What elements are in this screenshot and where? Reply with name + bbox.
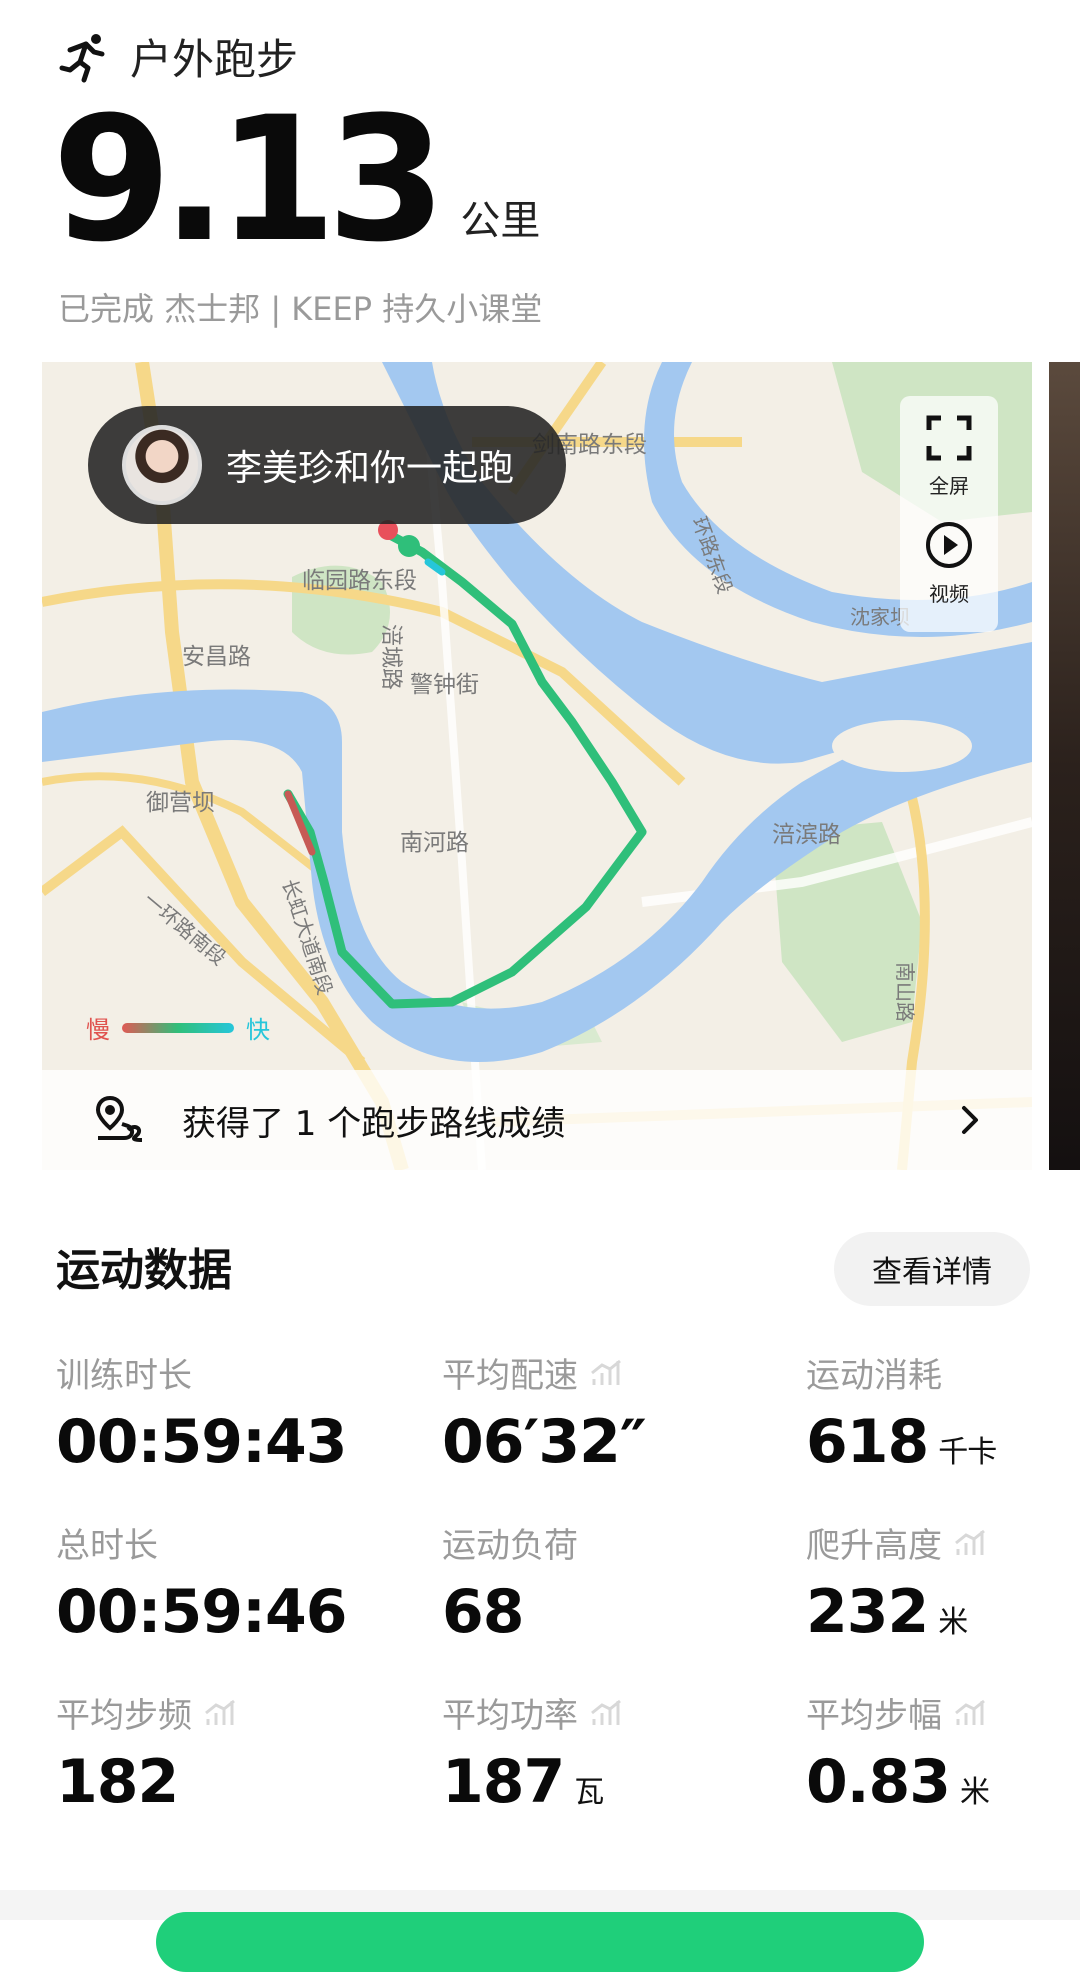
chevron-right-icon: [962, 1106, 978, 1134]
street-label: 涪城路: [379, 624, 404, 690]
stat-label: 平均功率: [442, 1688, 622, 1737]
street-label: 南山路: [893, 962, 916, 1022]
stat-label: 运动消耗: [806, 1356, 942, 1396]
stats-title: 运动数据: [56, 1245, 232, 1296]
companion-run-pill[interactable]: 李美珍和你一起跑: [88, 406, 566, 524]
next-card-peek[interactable]: [1049, 362, 1080, 1170]
distance-unit: 公里: [460, 198, 541, 244]
completed-course-text[interactable]: 已完成 杰士邦 | KEEP 持久小课堂: [58, 284, 542, 330]
pace-legend: 慢 快: [86, 1010, 270, 1045]
avatar: [122, 425, 202, 505]
stat-avg-stride[interactable]: 平均步幅 0.83 米: [806, 1688, 990, 1817]
view-details-button[interactable]: 查看详情: [834, 1232, 1030, 1306]
distance-row: 9.13 公里: [52, 79, 541, 280]
running-icon: [59, 33, 105, 82]
stat-unit: 瓦: [574, 1775, 604, 1810]
street-label: 南河路: [400, 829, 469, 855]
signal-chart-icon: [955, 1529, 985, 1555]
activity-type: 户外跑步: [130, 35, 299, 84]
street-label: 御营坝: [146, 789, 215, 815]
bottom-action-button[interactable]: [156, 1912, 924, 1972]
stat-label: 训练时长: [56, 1356, 192, 1396]
signal-chart-icon: [591, 1699, 621, 1725]
route-map[interactable]: 剑南路东段 临园路东段 安昌路 警钟街 御营坝 南河路 涪滨路 沈家坝 涪城路 …: [42, 362, 1032, 1170]
route-achievement-banner[interactable]: 获得了 1 个跑步路线成绩: [42, 1070, 1032, 1170]
signal-chart-icon: [955, 1699, 985, 1725]
street-label: 安昌路: [182, 643, 251, 669]
stat-elevation-gain[interactable]: 爬升高度 232 米: [806, 1518, 986, 1647]
stat-avg-cadence[interactable]: 平均步频 182: [56, 1688, 236, 1817]
stat-label: 平均步幅: [806, 1688, 989, 1737]
stat-avg-power[interactable]: 平均功率 187 瓦: [442, 1688, 622, 1817]
video-label: 视频: [929, 582, 969, 606]
signal-chart-icon: [591, 1359, 621, 1385]
stat-training-duration: 训练时长 00:59:43: [56, 1348, 347, 1477]
play-video-icon: [926, 522, 972, 568]
route-pin-icon: [95, 1095, 143, 1142]
stat-unit: 米: [960, 1775, 990, 1810]
stat-label: 总时长: [56, 1526, 158, 1566]
street-label: 临园路东段: [302, 567, 417, 593]
companion-text: 李美珍和你一起跑: [226, 448, 515, 489]
stat-value: 182: [56, 1747, 179, 1817]
stat-value: 0.83 米: [806, 1747, 990, 1817]
pace-gradient-bar: [122, 1022, 234, 1033]
fullscreen-label: 全屏: [929, 474, 969, 498]
stat-training-load: 运动负荷 68: [442, 1518, 578, 1647]
stat-value: 618 千卡: [806, 1407, 997, 1477]
stat-value: 232 米: [806, 1577, 968, 1647]
street-label: 警钟街: [410, 671, 479, 697]
stat-unit: 千卡: [938, 1435, 997, 1470]
stat-total-duration: 总时长 00:59:46: [56, 1518, 347, 1647]
stat-value: 06′32″: [442, 1407, 647, 1477]
stat-value: 00:59:43: [56, 1407, 347, 1477]
stat-label: 平均配速: [442, 1348, 646, 1397]
video-button[interactable]: 视频: [900, 520, 998, 607]
stat-label: 运动负荷: [442, 1526, 578, 1566]
legend-slow-label: 慢: [86, 1016, 110, 1044]
header: 户外跑步 9.13 公里 已完成 杰士邦 | KEEP 持久小课堂: [0, 0, 1080, 350]
stat-avg-pace[interactable]: 平均配速 06′32″: [442, 1348, 647, 1477]
stat-value: 00:59:46: [56, 1577, 347, 1647]
street-label: 涪滨路: [772, 821, 841, 847]
stat-label: 平均步频: [56, 1688, 236, 1737]
map-tools: 全屏 视频: [900, 396, 998, 632]
stat-unit: 米: [938, 1605, 968, 1640]
distance-value: 9.13: [52, 79, 446, 280]
activity-row: 户外跑步: [58, 26, 298, 87]
legend-fast-label: 快: [246, 1016, 270, 1044]
stat-label: 爬升高度: [806, 1518, 986, 1567]
fullscreen-icon: [926, 415, 972, 461]
route-achievement-text: 获得了 1 个跑步路线成绩: [182, 1103, 566, 1144]
fullscreen-button[interactable]: 全屏: [900, 414, 998, 499]
stat-value: 68: [442, 1577, 524, 1647]
stat-calories: 运动消耗 618 千卡: [806, 1348, 997, 1477]
signal-chart-icon: [205, 1699, 235, 1725]
stat-value: 187 瓦: [442, 1747, 604, 1817]
